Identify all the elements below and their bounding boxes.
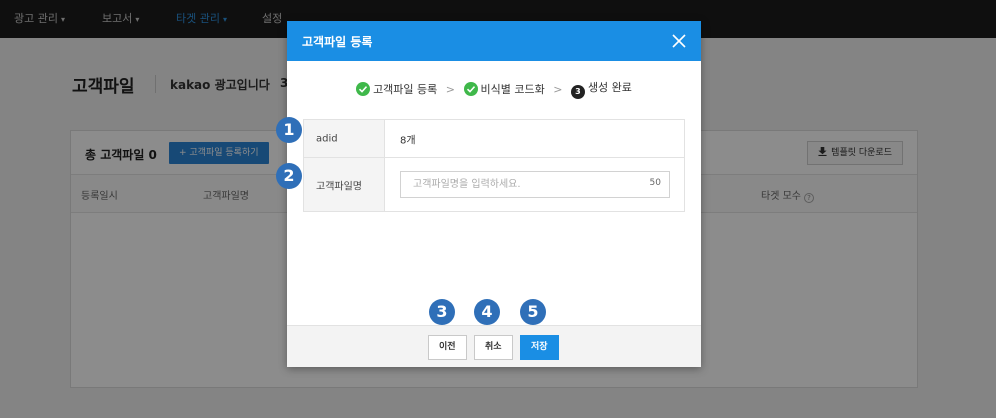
customer-file-form: adid 8개 고객파일명 50 (303, 119, 685, 212)
step-separator: > (553, 82, 563, 96)
step-3: 3 생성 완료 (570, 79, 632, 99)
callout-3: 3 (429, 299, 455, 325)
max-length-counter: 50 (649, 178, 661, 188)
step-indicator: 고객파일 등록 > 비식별 코드화 > 3 생성 완료 (287, 79, 701, 99)
cancel-button[interactable]: 취소 (474, 335, 513, 360)
callout-5: 5 (520, 299, 546, 325)
step-label: 비식별 코드화 (480, 83, 545, 96)
modal-title: 고객파일 등록 (302, 35, 373, 49)
filename-input[interactable] (401, 172, 631, 197)
save-button[interactable]: 저장 (520, 335, 559, 360)
form-row-filename: 고객파일명 50 (303, 158, 685, 212)
step-number-badge: 3 (570, 85, 585, 99)
step-2: 비식별 코드화 (463, 81, 545, 97)
filename-input-wrapper: 50 (400, 171, 670, 198)
adid-value: 8개 (400, 135, 416, 146)
modal-header: 고객파일 등록 (287, 21, 701, 61)
step-separator: > (445, 82, 455, 96)
callout-1: 1 (276, 117, 302, 143)
prev-button[interactable]: 이전 (428, 335, 467, 360)
check-circle-icon (463, 82, 478, 96)
modal-footer: 이전 취소 저장 (287, 325, 701, 367)
adid-label-text: adid (316, 133, 338, 144)
callout-2: 2 (276, 163, 302, 189)
check-circle-icon (356, 82, 371, 96)
filename-label-text: 고객파일명 (316, 181, 362, 192)
step-1: 고객파일 등록 (356, 81, 437, 97)
filename-label: 고객파일명 (304, 158, 385, 211)
form-row-adid: adid 8개 (303, 120, 685, 158)
step-label: 생성 완료 (587, 81, 632, 94)
callout-4: 4 (474, 299, 500, 325)
step-label: 고객파일 등록 (373, 83, 438, 96)
adid-label: adid (304, 120, 385, 157)
close-icon[interactable] (671, 33, 687, 49)
